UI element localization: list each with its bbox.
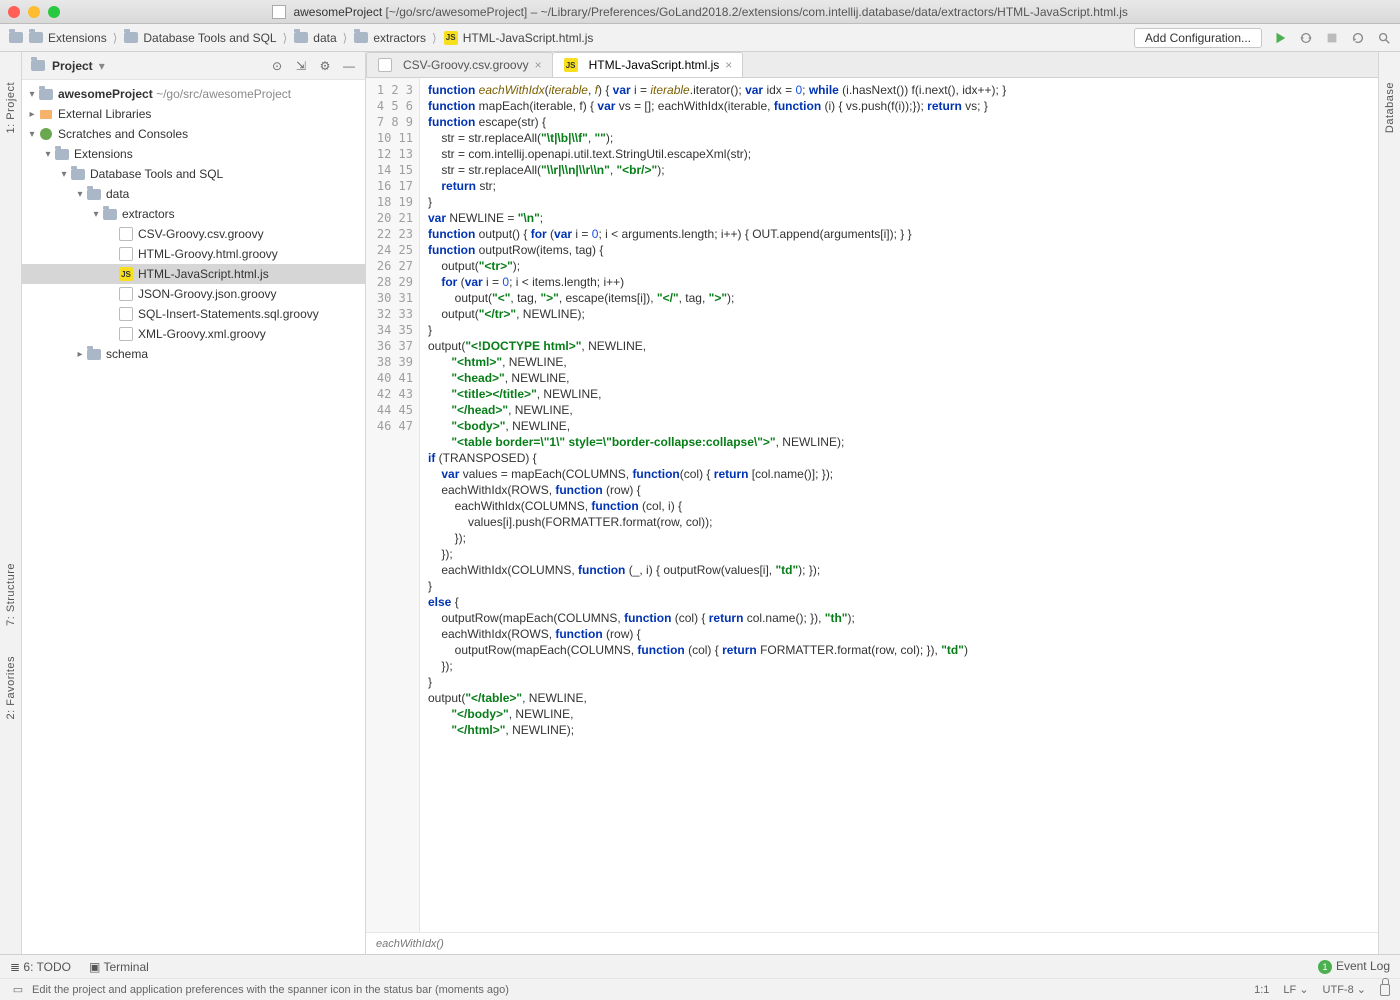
tab-label: CSV-Groovy.csv.groovy — [403, 58, 529, 72]
locate-icon[interactable]: ⊙ — [269, 58, 285, 74]
tool-structure[interactable]: 7: Structure — [5, 563, 17, 626]
hide-panel-icon[interactable]: — — [341, 58, 357, 74]
tree-node[interactable]: ▾Extensions — [22, 144, 365, 164]
breadcrumb-segment[interactable]: Extensions — [48, 31, 107, 45]
file-icon — [377, 57, 393, 73]
tree-node-label: XML-Groovy.xml.groovy — [138, 327, 266, 341]
file-icon — [118, 226, 134, 242]
tree-node-label: HTML-Groovy.html.groovy — [138, 247, 278, 261]
project-tool-window: Project ▾ ⊙ ⇲ ⚙ — ▾ awesomeProject ~/go/… — [22, 52, 366, 954]
tree-node-label: data — [106, 187, 129, 201]
file-icon — [272, 5, 286, 19]
folder-icon — [353, 30, 369, 46]
tree-node[interactable]: HTML-Groovy.html.groovy — [22, 244, 365, 264]
close-tab-icon[interactable]: × — [725, 58, 732, 72]
run-icon[interactable] — [1272, 30, 1288, 46]
editor-tab[interactable]: CSV-Groovy.csv.groovy × — [366, 52, 553, 77]
breadcrumb[interactable]: Extensions⟩Database Tools and SQL⟩data⟩e… — [28, 30, 593, 46]
status-bar: ▭ Edit the project and application prefe… — [0, 978, 1400, 1000]
folder-icon — [86, 186, 102, 202]
folder-icon — [54, 146, 70, 162]
breadcrumb-segment[interactable]: extractors — [373, 31, 426, 45]
navigation-bar: Extensions⟩Database Tools and SQL⟩data⟩e… — [0, 24, 1400, 52]
file-encoding[interactable]: UTF-8 ⌄ — [1323, 983, 1366, 996]
caret-position[interactable]: 1:1 — [1254, 984, 1269, 996]
tree-node[interactable]: ▾Database Tools and SQL — [22, 164, 365, 184]
js-file-icon: JS — [563, 57, 579, 73]
tree-node[interactable]: JS HTML-JavaScript.html.js — [22, 264, 365, 284]
left-tool-strip: 1: Project 7: Structure 2: Favorites — [0, 52, 22, 954]
folder-icon — [123, 30, 139, 46]
line-number-gutter[interactable]: 1 2 3 4 5 6 7 8 9 10 11 12 13 14 15 16 1… — [366, 78, 420, 932]
file-icon — [118, 326, 134, 342]
project-tree[interactable]: ▾ awesomeProject ~/go/src/awesomeProject… — [22, 80, 365, 954]
js-file-icon: JS — [443, 30, 459, 46]
close-window-button[interactable] — [8, 6, 20, 18]
folder-icon — [86, 346, 102, 362]
tree-node[interactable]: ▾data — [22, 184, 365, 204]
tab-label: HTML-JavaScript.html.js — [589, 58, 720, 72]
add-configuration-button[interactable]: Add Configuration... — [1134, 28, 1262, 48]
close-tab-icon[interactable]: × — [535, 58, 542, 72]
editor-breadcrumb[interactable]: eachWithIdx() — [366, 932, 1378, 954]
tool-project[interactable]: 1: Project — [5, 82, 17, 133]
folder-icon — [293, 30, 309, 46]
tree-node-label: SQL-Insert-Statements.sql.groovy — [138, 307, 319, 321]
editor-area: CSV-Groovy.csv.groovy × JS HTML-JavaScript.… — [366, 52, 1378, 954]
tree-external-libraries[interactable]: ▸ External Libraries — [22, 104, 365, 124]
tree-node-label: CSV-Groovy.csv.groovy — [138, 227, 264, 241]
project-icon — [30, 58, 46, 74]
tree-node-label: JSON-Groovy.json.groovy — [138, 287, 277, 301]
folder-icon — [28, 30, 44, 46]
status-hint: Edit the project and application prefere… — [32, 984, 509, 996]
minimize-window-button[interactable] — [28, 6, 40, 18]
folder-icon — [102, 206, 118, 222]
tree-node[interactable]: XML-Groovy.xml.groovy — [22, 324, 365, 344]
tree-node-label: extractors — [122, 207, 175, 221]
debug-icon[interactable] — [1298, 30, 1314, 46]
search-everywhere-icon[interactable] — [1376, 30, 1392, 46]
folder-icon — [70, 166, 86, 182]
tree-node[interactable]: SQL-Insert-Statements.sql.groovy — [22, 304, 365, 324]
file-icon — [118, 306, 134, 322]
line-separator[interactable]: LF ⌄ — [1283, 983, 1308, 996]
stop-icon[interactable] — [1324, 30, 1340, 46]
editor-tabs: CSV-Groovy.csv.groovy × JS HTML-JavaScript.… — [366, 52, 1378, 78]
collapse-all-icon[interactable]: ⇲ — [293, 58, 309, 74]
update-project-icon[interactable] — [1350, 30, 1366, 46]
file-icon — [118, 246, 134, 262]
right-tool-strip: Database — [1378, 52, 1400, 954]
file-icon — [118, 286, 134, 302]
tree-node-label: Database Tools and SQL — [90, 167, 223, 181]
project-panel-title: Project — [52, 59, 93, 73]
tool-terminal[interactable]: ▣ Terminal — [89, 960, 149, 974]
tree-node[interactable]: ▾extractors — [22, 204, 365, 224]
window-title: awesomeProject [~/go/src/awesomeProject]… — [0, 5, 1400, 19]
tool-favorites[interactable]: 2: Favorites — [5, 656, 17, 719]
tool-event-log[interactable]: 1Event Log — [1318, 959, 1390, 974]
settings-hint-icon: ▭ — [10, 982, 26, 998]
zoom-window-button[interactable] — [48, 6, 60, 18]
bottom-tool-bar: ≣ 6: TODO ▣ Terminal 1Event Log — [0, 954, 1400, 978]
tree-node[interactable]: CSV-Groovy.csv.groovy — [22, 224, 365, 244]
tree-node[interactable]: ▸schema — [22, 344, 365, 364]
code-editor[interactable]: function eachWithIdx(iterable, f) { var … — [420, 78, 1378, 932]
tool-database[interactable]: Database — [1384, 82, 1396, 133]
window-titlebar: awesomeProject [~/go/src/awesomeProject]… — [0, 0, 1400, 24]
tool-todo[interactable]: ≣ 6: TODO — [10, 960, 71, 974]
tree-node-label: schema — [106, 347, 148, 361]
tree-node[interactable]: JSON-Groovy.json.groovy — [22, 284, 365, 304]
breadcrumb-segment[interactable]: data — [313, 31, 336, 45]
breadcrumb-segment[interactable]: Database Tools and SQL — [143, 31, 276, 45]
editor-tab[interactable]: JS HTML-JavaScript.html.js × — [552, 52, 744, 77]
js-file-icon: JS — [118, 266, 134, 282]
tree-node-label: HTML-JavaScript.html.js — [138, 267, 269, 281]
tree-root[interactable]: ▾ awesomeProject ~/go/src/awesomeProject — [22, 84, 365, 104]
breadcrumb-segment[interactable]: HTML-JavaScript.html.js — [463, 31, 594, 45]
folder-icon — [8, 30, 24, 46]
tree-node-label: Extensions — [74, 147, 133, 161]
settings-gear-icon[interactable]: ⚙ — [317, 58, 333, 74]
tree-scratches[interactable]: ▾ Scratches and Consoles — [22, 124, 365, 144]
readonly-lock-icon[interactable] — [1380, 980, 1390, 999]
